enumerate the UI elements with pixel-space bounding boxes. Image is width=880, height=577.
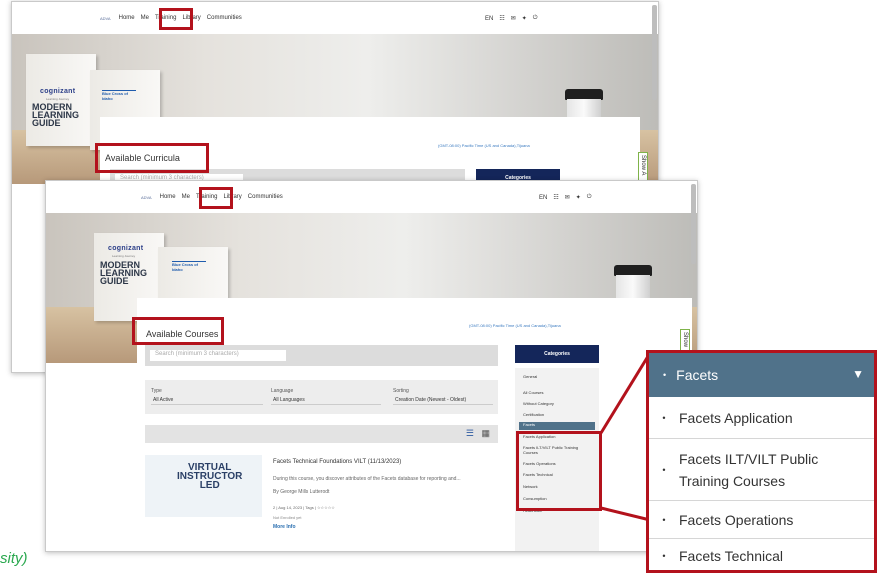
bullet-icon: • (663, 370, 667, 380)
zoom-facets-application[interactable]: • Facets Application (649, 397, 874, 439)
caption-fragment: sity) (0, 550, 28, 567)
caret-down-icon[interactable]: ▼ (852, 367, 864, 381)
zoom-facets-ilt[interactable]: • Facets ILT/VILT Public Training Courses (649, 439, 874, 501)
facets-zoom-callout: • Facets ▼ • Facets Application • Facets I… (646, 350, 877, 573)
zoom-facets-operations[interactable]: • Facets Operations (649, 501, 874, 539)
zoom-facets-header[interactable]: • Facets ▼ (649, 353, 874, 397)
zoom-facets-technical[interactable]: • Facets Technical (649, 539, 874, 573)
